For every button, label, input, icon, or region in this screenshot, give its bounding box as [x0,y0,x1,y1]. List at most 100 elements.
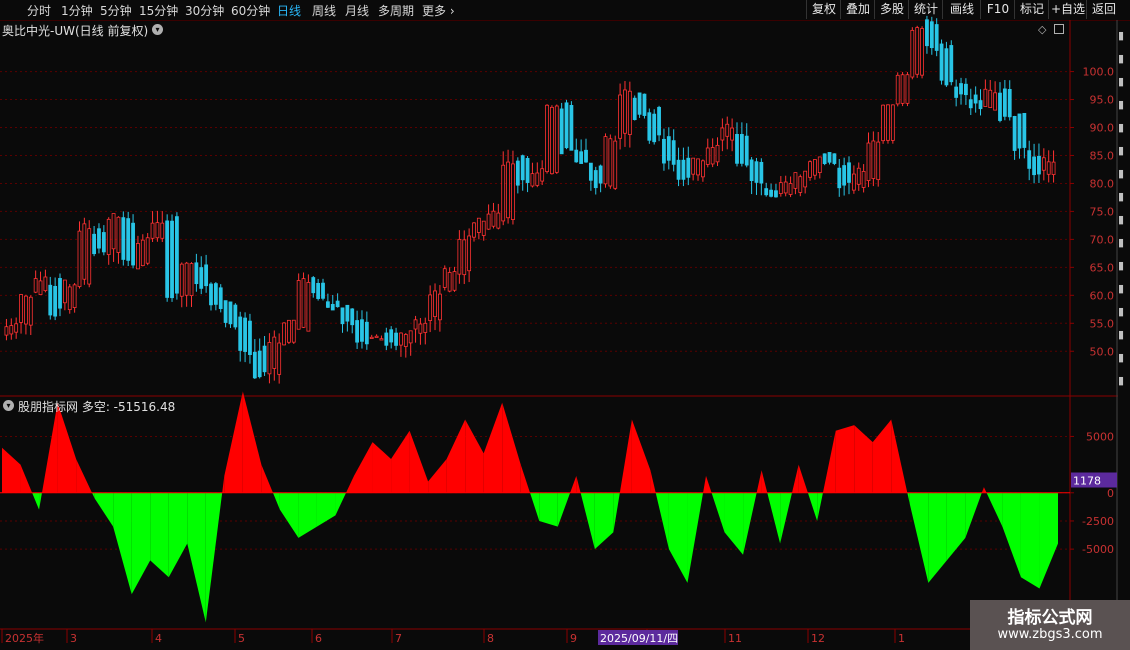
candle-body [525,158,530,183]
bull-area-segment [2,447,21,493]
candle-body [973,94,978,104]
candle-body [452,271,457,291]
candle-body [306,282,311,332]
title-dropdown-icon[interactable]: ▾ [152,24,163,35]
candle-body [657,106,661,136]
candle-body [671,140,676,165]
bear-area-segment [335,492,347,516]
candle-body [511,163,515,220]
bull-area-segment [822,430,836,493]
bear-area-segment [94,492,114,527]
candle-body [890,104,895,141]
bull-area-segment [57,402,77,493]
indicator-tick-label: -2500 [1082,515,1114,528]
candle-body [58,278,62,309]
candle-body [759,161,764,184]
candle-body [462,239,467,276]
candle-body [43,276,48,292]
candle-body [652,113,657,143]
indicator-dropdown-icon[interactable]: ▾ [3,400,14,411]
candle-body [340,307,345,325]
bear-area-segment [316,492,336,527]
bear-area-segment [613,492,620,533]
candle-body [486,213,491,230]
candle-body [379,338,384,341]
candle-body [287,319,291,343]
candle-body [87,228,92,285]
candle-body [963,83,968,96]
candle-body [822,153,827,164]
bull-area-segment [792,464,799,493]
candle-body [934,24,939,51]
candle-body [696,158,700,176]
bull-area-segment [261,464,273,493]
bear-area-segment [150,492,169,578]
candle-body [700,160,705,178]
candle-body [871,140,876,179]
candle-body [1017,113,1022,149]
candle-body [744,135,749,166]
price-tick-label: 80.0 [1090,177,1115,190]
candle-body [296,280,301,330]
candle-body [476,217,481,233]
candle-body [905,74,910,104]
candle-body [403,334,408,347]
candle-body [267,342,272,375]
bull-area-segment [372,442,392,493]
candle-body [97,228,101,249]
candle-body [14,323,19,333]
bull-area-segment [706,475,712,493]
candle-body [710,147,715,165]
bear-area-segment [1039,492,1058,589]
candle-body [813,159,817,176]
indicator-title-text: 股朋指标网 多空: -51516.48 [18,400,176,414]
candle-body [472,222,476,238]
price-tick-label: 90.0 [1090,122,1115,135]
bear-area-segment [780,492,793,544]
candle-body [856,167,861,185]
bull-area-segment [619,419,632,493]
candle-body [389,329,394,343]
candle-body [457,238,462,275]
candle-body [101,232,106,253]
bear-area-segment [767,492,781,544]
price-tick-label: 55.0 [1090,317,1115,330]
candle-body [535,172,540,186]
window-toggle-icon[interactable] [1054,24,1064,34]
bull-area-segment [761,470,768,493]
diamond-icon[interactable]: ◇ [1038,23,1046,36]
candle-body [559,108,564,155]
bull-area-segment [756,470,762,493]
candle-body [399,332,403,346]
candle-body [627,90,632,135]
candle-body [82,223,87,280]
stock-title: 奥比中光-UW(日线 前复权) [2,24,149,38]
candle-body [764,188,769,196]
candle-body [613,140,618,189]
candle-body [189,263,194,297]
candle-body [28,296,33,326]
candle-body [520,155,525,181]
candle-body [676,159,681,180]
candle-body [150,222,155,239]
bear-area-segment [1002,492,1021,578]
bull-area-segment [983,487,987,493]
candle-body [506,161,510,219]
candle-body [662,138,666,164]
bear-area-segment [907,492,910,505]
candle-body [369,336,374,340]
watermark-title: 指标公式网 [1007,608,1093,628]
bear-area-segment [711,492,725,533]
bull-area-segment [650,470,656,493]
candle-body [993,92,998,111]
price-tick-label: 65.0 [1090,261,1115,274]
candle-body [92,233,97,255]
bull-area-segment [346,475,354,493]
candle-body [1032,156,1036,176]
candle-body [876,141,881,181]
candle-body [77,230,82,287]
bull-area-segment [703,475,706,493]
candle-body [496,212,501,229]
candle-body [574,149,579,163]
bear-area-segment [807,492,818,521]
